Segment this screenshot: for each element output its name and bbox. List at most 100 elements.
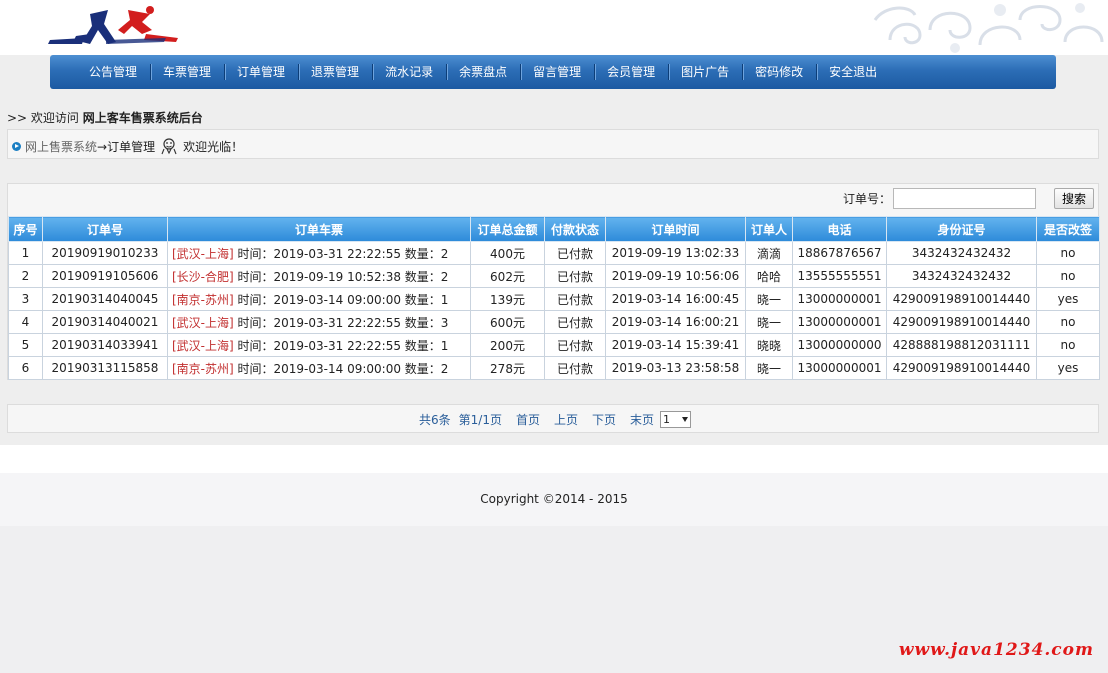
table-row: 5 20190314033941 [武汉-上海] 时间：2019-03-31 2… [8, 333, 1100, 357]
cell-amount: 600元 [470, 310, 545, 334]
cell-phone: 13000000001 [792, 287, 887, 311]
cell-changed: no [1036, 241, 1100, 265]
nav-item-tickets[interactable]: 车票管理 [150, 55, 224, 89]
ticket-detail: 时间：2019-03-31 22:22:55 数量：1 [233, 338, 449, 353]
orders-panel: 订单号： 搜索 序号 订单号 订单车票 订单总金额 付款状态 订单时间 订单人 … [7, 183, 1100, 380]
cell-ticket: [南京-苏州] 时间：2019-03-14 09:00:00 数量：1 [167, 287, 471, 311]
ticket-route: [南京-苏州] [172, 361, 234, 376]
header-ticket: 订单车票 [167, 216, 471, 242]
header [0, 0, 1108, 55]
running-figures-logo [48, 6, 178, 44]
cell-order-no: 20190314033941 [42, 333, 168, 357]
search-button[interactable]: 搜索 [1054, 188, 1094, 209]
nav-item-transactions[interactable]: 流水记录 [372, 55, 446, 89]
cell-changed: no [1036, 264, 1100, 288]
cell-id-no: 429009198910014440 [886, 356, 1037, 380]
cell-phone: 13000000000 [792, 333, 887, 357]
cell-time: 2019-03-13 23:58:58 [605, 356, 746, 380]
cell-id-no: 3432432432432 [886, 264, 1037, 288]
ticket-route: [南京-苏州] [172, 292, 234, 307]
prev-page-link[interactable]: 上页 [554, 411, 578, 428]
cell-order-no: 20190919010233 [42, 241, 168, 265]
cell-person: 晓一 [745, 356, 793, 380]
header-time: 订单时间 [605, 216, 746, 242]
cell-time: 2019-09-19 10:56:06 [605, 264, 746, 288]
cell-amount: 400元 [470, 241, 545, 265]
cell-phone: 13000000001 [792, 356, 887, 380]
nav-item-refunds[interactable]: 退票管理 [298, 55, 372, 89]
nav-item-messages[interactable]: 留言管理 [520, 55, 594, 89]
cell-id-no: 429009198910014440 [886, 310, 1037, 334]
breadcrumb-current: →订单管理 [97, 139, 156, 154]
cell-order-no: 20190314040021 [42, 310, 168, 334]
breadcrumb-home[interactable]: 网上售票系统 [25, 138, 97, 155]
cell-id-no: 429009198910014440 [886, 287, 1037, 311]
page-select[interactable]: 1 [660, 411, 692, 428]
nav-item-password[interactable]: 密码修改 [742, 55, 816, 89]
first-page-link[interactable]: 首页 [516, 411, 540, 428]
orders-table: 序号 订单号 订单车票 订单总金额 付款状态 订单时间 订单人 电话 身份证号 … [8, 216, 1100, 380]
pagination: 共6条 第1/1页 首页 上页 下页 末页 1 [419, 411, 692, 428]
cell-ticket: [南京-苏州] 时间：2019-03-14 09:00:00 数量：2 [167, 356, 471, 380]
nav-item-image-ads[interactable]: 图片广告 [668, 55, 742, 89]
page-select-value: 1 [663, 413, 671, 426]
table-header-row: 序号 订单号 订单车票 订单总金额 付款状态 订单时间 订单人 电话 身份证号 … [8, 216, 1100, 242]
nav-item-inventory[interactable]: 余票盘点 [446, 55, 520, 89]
cell-status: 已付款 [544, 241, 606, 265]
pagination-bar: 共6条 第1/1页 首页 上页 下页 末页 1 [7, 404, 1099, 433]
header-index: 序号 [8, 216, 43, 242]
cell-time: 2019-09-19 13:02:33 [605, 241, 746, 265]
arrow-bullet-icon [12, 141, 21, 151]
header-person: 订单人 [745, 216, 793, 242]
cell-person: 滴滴 [745, 241, 793, 265]
cell-order-no: 20190919105606 [42, 264, 168, 288]
cell-status: 已付款 [544, 333, 606, 357]
table-row: 3 20190314040045 [南京-苏州] 时间：2019-03-14 0… [8, 287, 1100, 311]
ticket-detail: 时间：2019-03-31 22:22:55 数量：2 [233, 246, 449, 261]
cell-changed: no [1036, 333, 1100, 357]
cell-time: 2019-03-14 15:39:41 [605, 333, 746, 357]
nav-item-orders[interactable]: 订单管理 [224, 55, 298, 89]
cell-id-no: 3432432432432 [886, 241, 1037, 265]
cell-phone: 18867876567 [792, 241, 887, 265]
cell-person: 晓一 [745, 310, 793, 334]
welcome-prefix: >> 欢迎访问 [7, 111, 79, 125]
cell-status: 已付款 [544, 287, 606, 311]
pagination-total: 共6条 [419, 413, 451, 427]
table-row: 4 20190314040021 [武汉-上海] 时间：2019-03-31 2… [8, 310, 1100, 334]
breadcrumb-bar: 网上售票系统 →订单管理 欢迎光临！ [7, 129, 1099, 159]
ticket-detail: 时间：2019-09-19 10:52:38 数量：2 [233, 269, 449, 284]
cell-amount: 602元 [470, 264, 545, 288]
ticket-route: [武汉-上海] [172, 246, 234, 261]
cell-status: 已付款 [544, 356, 606, 380]
welcome-line: >> 欢迎访问 网上客车售票系统后台 [7, 109, 203, 126]
cell-index: 6 [8, 356, 43, 380]
cell-order-no: 20190313115858 [42, 356, 168, 380]
ticket-route: [武汉-上海] [172, 338, 234, 353]
header-changed: 是否改签 [1036, 216, 1100, 242]
ticket-route: [长沙-合肥] [172, 269, 234, 284]
cartoon-mascot-icon [161, 138, 177, 155]
main-nav: 公告管理 车票管理 订单管理 退票管理 流水记录 余票盘点 留言管理 会员管理 … [50, 55, 1056, 89]
site-name: 网上客车售票系统后台 [82, 111, 203, 125]
ticket-detail: 时间：2019-03-31 22:22:55 数量：3 [233, 315, 449, 330]
search-bar: 订单号： 搜索 [843, 188, 1094, 209]
cell-index: 5 [8, 333, 43, 357]
last-page-link[interactable]: 末页 [630, 411, 654, 428]
next-page-link[interactable]: 下页 [592, 411, 616, 428]
header-amount: 订单总金额 [470, 216, 545, 242]
ticket-route: [武汉-上海] [172, 315, 234, 330]
breadcrumb: 网上售票系统 →订单管理 欢迎光临！ [12, 137, 243, 155]
header-order-no: 订单号 [42, 216, 168, 242]
order-number-input[interactable] [893, 188, 1036, 209]
nav-item-logout[interactable]: 安全退出 [816, 55, 890, 89]
watermark: www.java1234.com [898, 640, 1094, 660]
cell-index: 1 [8, 241, 43, 265]
cell-index: 3 [8, 287, 43, 311]
nav-item-members[interactable]: 会员管理 [594, 55, 668, 89]
breadcrumb-greeting: 欢迎光临！ [183, 139, 244, 154]
cell-ticket: [武汉-上海] 时间：2019-03-31 22:22:55 数量：2 [167, 241, 471, 265]
cell-ticket: [武汉-上海] 时间：2019-03-31 22:22:55 数量：1 [167, 333, 471, 357]
nav-item-announcements[interactable]: 公告管理 [76, 55, 150, 89]
cell-person: 哈哈 [745, 264, 793, 288]
